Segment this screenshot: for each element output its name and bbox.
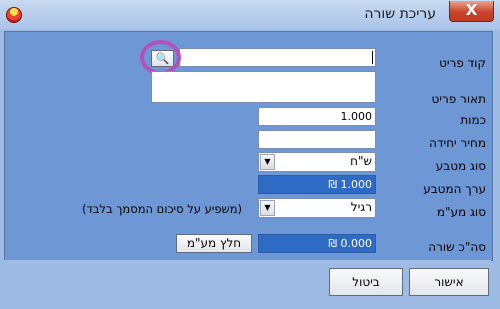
item-desc-input[interactable] xyxy=(151,71,376,103)
quantity-label: כמות xyxy=(460,113,486,127)
lookup-button[interactable]: 🔍 xyxy=(151,50,174,67)
unit-price-input[interactable] xyxy=(258,130,376,149)
item-desc-label: תאור פריט xyxy=(431,92,487,106)
currency-type-label: סוג מטבע xyxy=(435,159,486,173)
title-bar: עריכת שורה X xyxy=(0,0,500,30)
chevron-down-icon[interactable]: ▼ xyxy=(260,200,275,216)
text-caret xyxy=(372,51,373,64)
item-code-label: קוד פריט xyxy=(439,56,486,70)
window-title: עריכת שורה xyxy=(364,6,436,22)
item-code-input[interactable] xyxy=(179,48,376,67)
cancel-button[interactable]: ביטול xyxy=(329,268,403,296)
currency-type-value: ש"ח xyxy=(350,154,372,168)
line-total-field: ₪ 0.000 xyxy=(258,234,376,253)
chevron-down-icon[interactable]: ▼ xyxy=(260,154,275,170)
ok-button[interactable]: אישור xyxy=(409,268,489,296)
currency-type-select[interactable]: ש"ח ▼ xyxy=(258,152,376,172)
edit-line-dialog: עריכת שורה X קוד פריט 🔍 תאור פריט כמות 1… xyxy=(0,0,500,309)
vat-type-label: סוג מע"מ xyxy=(436,205,486,219)
vat-type-select[interactable]: רגיל ▼ xyxy=(258,198,376,218)
currency-value-field: ₪ 1.000 xyxy=(258,175,376,194)
close-button[interactable]: X xyxy=(449,1,494,22)
binoculars-icon: 🔍 xyxy=(155,52,170,65)
extract-vat-button[interactable]: חלץ מע"מ xyxy=(176,234,252,253)
quantity-input[interactable]: 1.000 xyxy=(258,107,376,126)
app-logo-icon xyxy=(6,7,22,23)
unit-price-label: מחיר יחידה xyxy=(429,136,486,150)
vat-type-value: רגיל xyxy=(350,200,372,214)
vat-note: (משפיע על סיכום המסמך בלבד) xyxy=(82,202,243,216)
line-total-label: סה"כ שורה xyxy=(428,240,486,254)
currency-value-label: ערך המטבע xyxy=(423,182,486,196)
